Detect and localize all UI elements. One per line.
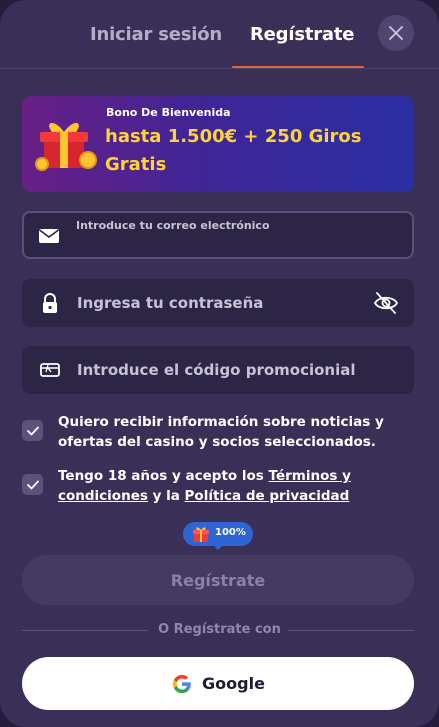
auth-tabs: Iniciar sesión Regístrate: [0, 0, 439, 69]
marketing-checkbox[interactable]: [22, 420, 43, 441]
check-icon: [26, 426, 39, 436]
close-icon: [389, 26, 403, 40]
welcome-bonus-banner: Bono De Bienvenida hasta 1.500€ + 250 Gi…: [22, 96, 414, 192]
social-divider-text: O Regístrate con: [158, 622, 281, 637]
password-placeholder: Ingresa tu contraseña: [77, 294, 264, 312]
banner-title: hasta 1.500€ + 250 Giros Gratis: [105, 126, 362, 175]
close-button[interactable]: [378, 15, 414, 51]
age-middle: y la: [147, 488, 185, 504]
promo-placeholder: Introduce el código promocionial: [77, 361, 356, 379]
gift-icon: [193, 527, 209, 542]
register-submit-button[interactable]: Regístrate: [22, 555, 414, 605]
active-tab-indicator: [232, 66, 364, 68]
google-signin-button[interactable]: Google: [22, 657, 414, 710]
gift-icon: [35, 122, 97, 171]
google-icon: [172, 674, 191, 693]
banner-subtitle: Bono De Bienvenida: [106, 106, 231, 119]
progress-badge-tail: [212, 544, 224, 550]
ticket-icon: [40, 363, 60, 377]
eye-off-icon[interactable]: [373, 290, 399, 316]
google-button-label: Google: [202, 674, 265, 693]
registration-modal: Iniciar sesión Regístrate Bono De Bienve…: [0, 0, 439, 727]
email-field[interactable]: Introduce tu correo electrónico: [22, 211, 414, 259]
marketing-consent-text: Quiero recibir información sobre noticia…: [58, 414, 384, 450]
tab-register[interactable]: Regístrate: [250, 24, 354, 45]
privacy-link[interactable]: Política de privacidad: [185, 488, 350, 504]
promo-code-field[interactable]: Introduce el código promocionial: [22, 346, 414, 394]
age-terms-text: Tengo 18 años y acepto los Términos y co…: [58, 466, 403, 506]
email-placeholder: Introduce tu correo electrónico: [76, 219, 270, 232]
envelope-icon: [39, 229, 59, 243]
password-field[interactable]: Ingresa tu contraseña: [22, 279, 414, 327]
age-terms-checkbox[interactable]: [22, 474, 43, 495]
age-prefix: Tengo 18 años y acepto los: [58, 468, 269, 484]
lock-icon: [43, 293, 57, 313]
tab-login[interactable]: Iniciar sesión: [90, 24, 222, 45]
progress-percent: 100%: [215, 527, 246, 538]
progress-badge: 100%: [183, 522, 253, 546]
check-icon: [26, 480, 39, 490]
